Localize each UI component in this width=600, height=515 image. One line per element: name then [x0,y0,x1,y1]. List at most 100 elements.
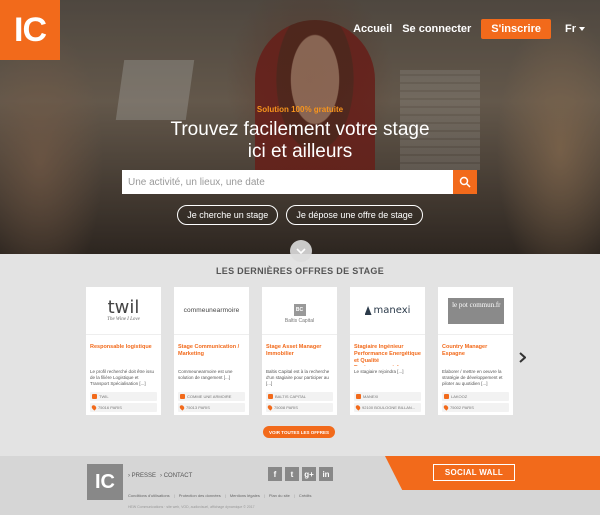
nav-home-link[interactable]: Accueil [353,23,392,35]
hero-buttons: Je cherche un stage Je dépose une offre … [0,205,600,225]
search-button[interactable] [453,170,477,194]
footer-link-press-label: PRESSE [131,473,157,479]
location-text: 75013 PARIS [186,405,210,410]
offer-title[interactable]: Stagiaire Ingénieur Performance Energéti… [354,344,421,366]
company-logo: commeunearmoire [174,287,249,335]
offer-card[interactable]: manexi Stagiaire Ingénieur Performance E… [350,287,425,415]
offer-location: 75013 PARIS [178,403,245,412]
company-logo-text: commeunearmoire [183,307,240,314]
hero-title-line-2: ici et ailleurs [247,141,353,162]
language-selector[interactable]: Fr [565,23,585,35]
footer-logo[interactable]: IC [87,464,123,500]
offer-company: MANEXI [354,392,421,401]
offer-card[interactable]: twil The Wine I Love Responsable logisti… [86,287,161,415]
latest-offers-section: LES DERNIÈRES OFFRES DE STAGE twil The W… [0,254,600,456]
chevron-right-icon [518,351,526,363]
manexi-logo-mark [364,306,372,315]
separator: | [173,493,175,498]
legal-link-terms[interactable]: Conditions d'utilisations [128,493,170,498]
company-logo: twil The Wine I Love [86,287,161,335]
offer-location: 92100 BOULOGNE BILLAN... [354,403,421,412]
location-pin-icon [178,404,186,411]
search-bar [122,170,477,194]
top-nav: Accueil Se connecter S'inscrire Fr [353,19,585,39]
offer-description: Le profil recherché doit être issu de la… [90,369,155,386]
offer-description: Elaborer / mettre en oeuvre la stratégie… [442,369,503,386]
footer: IC › PRESSE › CONTACT f t g+ in SOCIAL W… [0,456,600,515]
offer-location: 75016 PARIS [90,403,157,412]
offer-card[interactable]: BC Baltis Capital Stage Asset Manager Im… [262,287,337,415]
building-icon [268,394,273,399]
legal-link-mentions[interactable]: Mentions légales [230,493,260,498]
offer-title[interactable]: Stage Asset Manager Immobilier [266,344,333,366]
social-links: f t g+ in [268,467,333,481]
carousel-next-button[interactable] [516,349,528,365]
facebook-icon[interactable]: f [268,467,282,481]
offer-description: Le stagiaire rejoindra [...] [354,369,404,374]
hero-section: IC Accueil Se connecter S'inscrire Fr So… [0,0,600,254]
nav-signup-button[interactable]: S'inscrire [481,19,551,39]
building-icon [180,394,185,399]
copyright-text: HEW Communications · site web, VOD, audi… [128,505,255,509]
location-text: 75016 PARIS [98,405,122,410]
offer-title[interactable]: Responsable logistique [90,344,157,366]
location-text: 92100 BOULOGNE BILLAN... [362,405,416,410]
location-text: 75008 PARIS [274,405,298,410]
building-icon [356,394,361,399]
company-logo: BC Baltis Capital [262,287,337,335]
nav-login-link[interactable]: Se connecter [402,23,471,35]
view-all-offers-button[interactable]: VOIR TOUTES LES OFFRES [263,426,335,438]
hero-title: Trouvez facilement votre stage ici et ai… [0,119,600,163]
company-logo: manexi [350,287,425,335]
hero-tagline: Solution 100% gratuite [256,105,344,114]
company-name: TWIL [99,394,109,399]
chevron-down-icon [579,27,585,31]
site-logo[interactable]: IC [0,0,60,60]
building-icon [92,394,97,399]
offer-company: BALTIS CAPITAL [266,392,333,401]
chevron-down-icon [296,248,306,254]
seek-internship-button[interactable]: Je cherche un stage [177,205,279,225]
separator: | [263,493,265,498]
company-name: BALTIS CAPITAL [275,394,306,399]
offer-title[interactable]: Stage Communication / Marketing [178,344,245,366]
legal-links: Conditions d'utilisations | Protection de… [128,493,312,498]
company-name: LAKOOZ [451,394,468,399]
company-logo-text: twil [107,297,140,318]
company-logo-mark: BC [293,303,306,316]
social-wall-button[interactable]: SOCIAL WALL [433,464,515,481]
twitter-icon[interactable]: t [285,467,299,481]
google-plus-icon[interactable]: g+ [302,467,316,481]
location-pin-icon [442,404,450,411]
location-pin-icon [90,404,98,411]
hero-title-line-1: Trouvez facilement votre stage [170,119,430,140]
separator: | [293,493,295,498]
offer-title[interactable]: Country Manager Espagne [442,344,509,366]
offers-section-title: LES DERNIÈRES OFFRES DE STAGE [215,266,385,276]
offer-description: Baltis Capital est à la recherche d'un s… [266,369,330,386]
company-logo-subtext: Baltis Capital [284,317,315,324]
company-logo-text: manexi [373,305,411,316]
scroll-down-button[interactable] [290,240,312,262]
separator: | [224,493,226,498]
footer-link-contact-label: CONTACT [163,473,193,479]
building-icon [444,394,449,399]
company-name: MANEXI [363,394,379,399]
linkedin-icon[interactable]: in [319,467,333,481]
offer-card[interactable]: le pot commun.fr Country Manager Espagne… [438,287,513,415]
search-input[interactable] [122,170,453,194]
footer-link-press[interactable]: › PRESSE [128,473,156,479]
post-offer-button[interactable]: Je dépose une offre de stage [286,205,423,225]
offer-company: LAKOOZ [442,392,509,401]
company-logo-text: le pot commun.fr [447,297,504,324]
legal-link-credits[interactable]: Crédits [299,493,312,498]
search-icon [459,176,471,188]
offer-card[interactable]: commeunearmoire Stage Communication / Ma… [174,287,249,415]
company-name: COMME UNE ARMOIRE [187,394,232,399]
company-logo: le pot commun.fr [438,287,513,335]
legal-link-privacy[interactable]: Protection des données [179,493,221,498]
footer-link-contact[interactable]: › CONTACT [160,473,192,479]
location-pin-icon [354,404,362,411]
language-label: Fr [565,23,576,35]
legal-link-sitemap[interactable]: Plan du site [269,493,290,498]
